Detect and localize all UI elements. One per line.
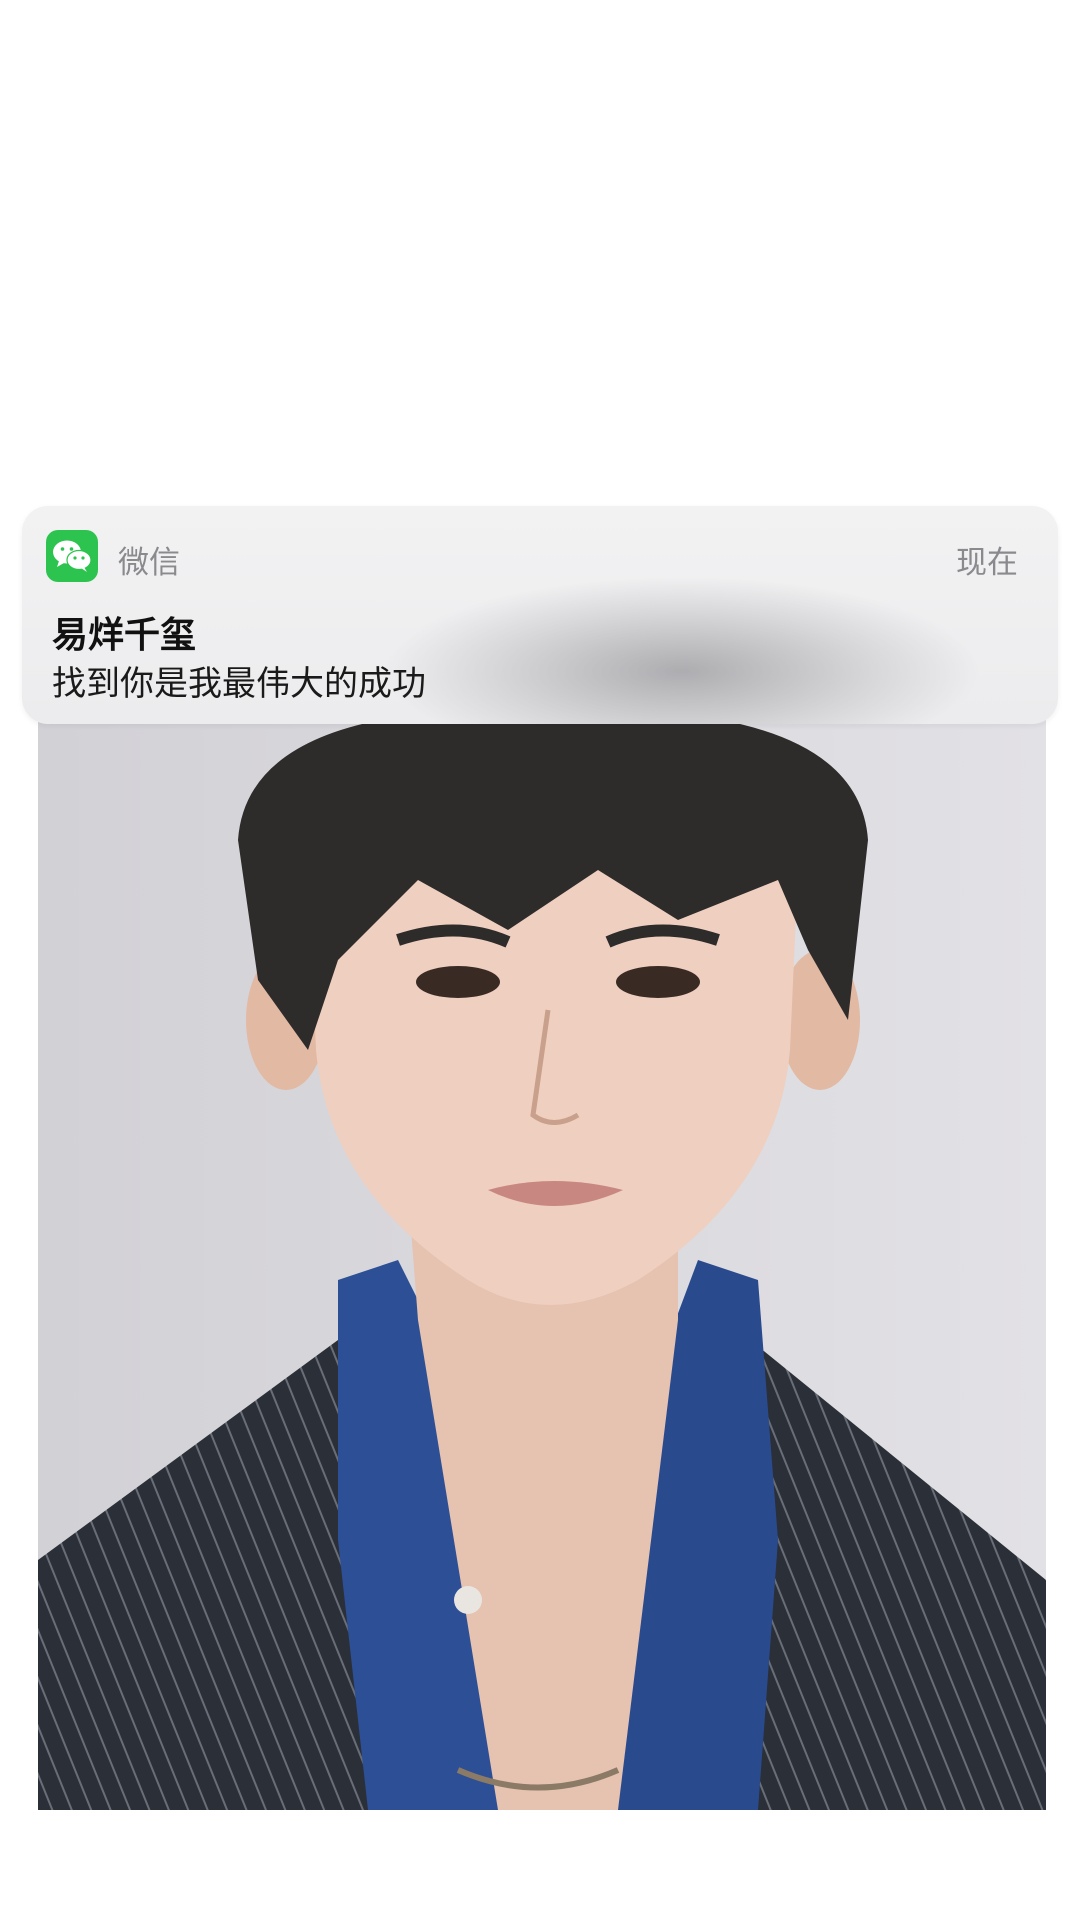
timestamp-label: 现在 — [956, 545, 1018, 581]
portrait-illustration — [38, 720, 1046, 1810]
wechat-icon — [46, 530, 98, 582]
sender-name: 易烊千玺 — [52, 615, 197, 656]
app-name-label: 微信 — [118, 545, 180, 581]
wechat-notification-banner[interactable]: 微信 现在 易烊千玺 找到你是我最伟大的成功 — [22, 506, 1058, 724]
portrait-photo — [38, 720, 1046, 1810]
message-preview: 找到你是我最伟大的成功 — [52, 664, 426, 704]
banner-blur-shadow — [382, 576, 982, 724]
